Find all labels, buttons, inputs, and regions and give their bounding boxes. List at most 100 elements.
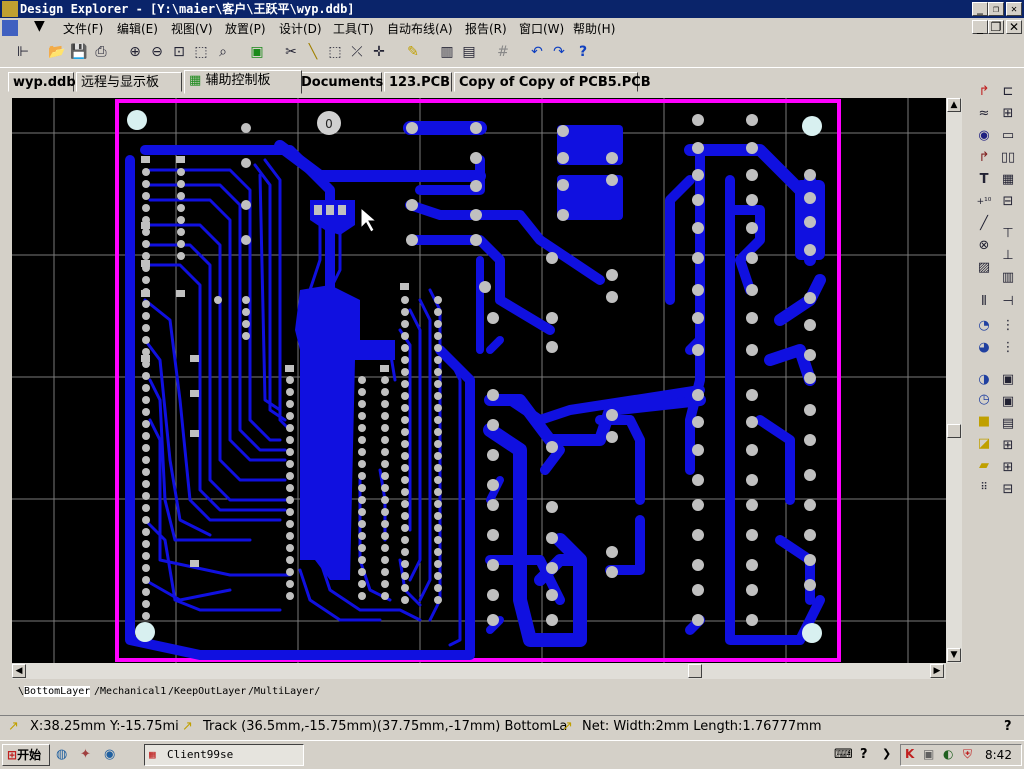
dropdown-arrow-icon[interactable]: ▼ [34,18,45,34]
fill-icon[interactable]: ■ [974,412,994,432]
via-dot-icon[interactable]: ◉ [974,126,994,146]
arc-edge-icon[interactable]: ◕ [974,338,994,358]
taskbar-app-client99se[interactable]: ▦ Client99se [144,744,304,766]
space-h-icon[interactable]: ⋮ [998,316,1018,336]
menu-help[interactable]: 帮助(H) [573,20,615,37]
tray-volume-icon[interactable]: ◐ [943,747,953,761]
tab-remote-display[interactable]: 远程与显示板 [76,72,182,92]
tray-network-icon[interactable]: ▣ [923,747,934,761]
scroll-down-button[interactable]: ▼ [947,648,961,662]
coordinate-icon[interactable]: +¹⁰ [974,192,994,212]
place-icon[interactable]: ↱ [974,148,994,168]
arc-any-icon[interactable]: ◑ [974,370,994,390]
minimize-button[interactable]: _ [972,2,988,16]
align-v-icon[interactable]: ⊟ [998,480,1018,500]
start-button[interactable]: ⊞开始 [2,744,50,766]
hierarchy-icon[interactable]: ⊩ [14,43,32,61]
vertical-scroll-thumb[interactable] [947,424,961,438]
align-h-icon[interactable]: ⊞ [998,458,1018,478]
union-icon[interactable]: ▤ [998,414,1018,434]
component-row-icon[interactable]: ▯▯ [998,148,1018,168]
room-icon[interactable]: ▣ [998,392,1018,412]
menu-view[interactable]: 视图(V) [171,20,213,37]
print-icon[interactable]: ⎙ [92,43,110,61]
align-top-icon[interactable]: ⊤ [998,224,1018,244]
pad-icon[interactable]: ⊞ [998,104,1018,124]
undo-icon[interactable]: ↶ [528,43,546,61]
layer-tab-multilayer[interactable]: /MultiLayer/ [248,684,320,699]
layer-tab-keepout[interactable]: /KeepOutLayer [168,684,246,699]
help-status-icon[interactable]: ? [1004,719,1012,734]
align-right-icon[interactable]: ⊣ [998,292,1018,312]
tab-copy-pcb5[interactable]: Copy of Copy of PCB5.PCB [454,72,651,92]
pad-row-icon[interactable]: ▭ [998,126,1018,146]
tray-k-icon[interactable]: K [905,747,914,761]
zoom-in-icon[interactable]: ⊕ [126,43,144,61]
component-icon[interactable]: ▣ [248,43,266,61]
wire-icon[interactable]: ⊏ [998,82,1018,102]
select-icon[interactable]: ⬚ [326,43,344,61]
align-center-icon[interactable]: ⊥ [998,246,1018,266]
distribute-icon[interactable]: ▥ [998,268,1018,288]
close-button[interactable]: ✕ [1006,2,1022,16]
layer-tab-mechanical1[interactable]: /Mechanical1 [94,684,166,699]
doc-maximize-button[interactable]: ❐ [988,20,1004,34]
grid-box-icon[interactable]: ▦ [998,170,1018,190]
via-icon[interactable]: ≈ [974,104,994,124]
quicklaunch-media-icon[interactable]: ◉ [104,747,115,762]
scroll-right-button[interactable]: ▶ [930,664,944,678]
arc-center-icon[interactable]: ◔ [974,316,994,336]
cross-icon[interactable]: ⊗ [974,236,994,256]
menu-edit[interactable]: 编辑(E) [117,20,158,37]
move-to-grid-icon[interactable]: ▣ [998,370,1018,390]
dimension-icon[interactable]: ⊟ [998,192,1018,212]
zoom-out-icon[interactable]: ⊖ [148,43,166,61]
line-icon[interactable]: ╱ [974,214,994,234]
menu-autoroute[interactable]: 自动布线(A) [387,20,453,37]
zoom-fit-icon[interactable]: ⊡ [170,43,188,61]
menu-file[interactable]: 文件(F) [63,20,103,37]
tray-shield-icon[interactable]: ⛨ [963,747,972,762]
library-icon[interactable]: ▥ [438,43,456,61]
cut-icon[interactable]: ✂ [282,43,300,61]
tray-arrow-icon[interactable]: ❯ [882,747,891,760]
menu-reports[interactable]: 报告(R) [465,20,507,37]
keyboard-icon[interactable]: ⌨ [834,747,853,762]
doc-minimize-button[interactable]: _ [972,20,988,34]
grid-icon[interactable]: # [494,43,512,61]
menu-design[interactable]: 设计(D) [279,20,322,37]
scroll-left-button[interactable]: ◀ [12,664,26,678]
zoom-area-icon[interactable]: ⬚ [192,43,210,61]
horizontal-scroll-thumb[interactable] [688,664,702,678]
doc-close-button[interactable]: ✕ [1006,20,1022,34]
horizontal-scrollbar[interactable]: ◀ ▶ [12,663,946,679]
move-icon[interactable]: ✛ [370,43,388,61]
tab-123-pcb[interactable]: 123.PCB [384,72,452,92]
vertical-scrollbar[interactable]: ▲ ▼ [946,98,962,663]
string-icon[interactable]: T [974,170,994,190]
browse-icon[interactable]: ▤ [460,43,478,61]
maximize-button[interactable]: ❐ [988,2,1004,16]
zoom-select-icon[interactable]: ⌕ [214,43,232,61]
redo-icon[interactable]: ↷ [550,43,568,61]
pcb-canvas[interactable]: 0 [12,98,946,663]
menu-window[interactable]: 窗口(W) [519,20,564,37]
space-v-icon[interactable]: ⋮ [998,338,1018,358]
tab-wyp-ddb[interactable]: wyp.ddb [8,72,76,92]
save-icon[interactable]: 💾 [70,43,88,61]
array-icon[interactable]: ⠿ [974,478,994,498]
align-left-icon[interactable]: ⫴ [974,292,994,312]
pen-icon[interactable]: ✎ [404,43,422,61]
tab-documents[interactable]: Documents [296,72,383,92]
menu-place[interactable]: 放置(P) [225,20,266,37]
hatch-icon[interactable]: ▨ [974,258,994,278]
group-icon[interactable]: ⊞ [998,436,1018,456]
scroll-up-button[interactable]: ▲ [947,98,961,112]
component-place-icon[interactable]: ▰ [974,456,994,476]
quicklaunch-app-icon[interactable]: ✦ [80,747,91,762]
route-icon[interactable]: ╲ [304,43,322,61]
layer-tab-bottom[interactable]: \BottomLayer [18,684,91,699]
circle-icon[interactable]: ◷ [974,390,994,410]
open-icon[interactable]: 📂 [48,43,66,61]
polygon-icon[interactable]: ◪ [974,434,994,454]
